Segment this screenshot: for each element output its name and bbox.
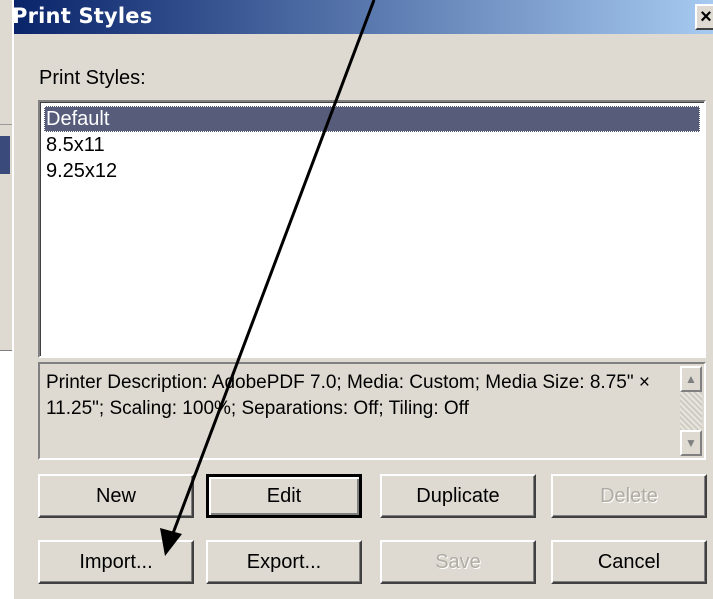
- close-icon: ×: [700, 6, 712, 28]
- title-bar[interactable]: Print Styles ×: [12, 0, 713, 34]
- print-styles-dialog: Print Styles × Print Styles: Default 8.5…: [12, 0, 713, 599]
- list-item-9-25x12[interactable]: 9.25x12: [44, 158, 700, 184]
- scroll-down-button[interactable]: ▼: [680, 430, 702, 456]
- list-item-default[interactable]: Default: [44, 106, 700, 132]
- list-item-8-5x11[interactable]: 8.5x11: [44, 132, 700, 158]
- export-button[interactable]: Export...: [206, 540, 362, 584]
- edit-button[interactable]: Edit: [206, 474, 362, 518]
- cancel-button[interactable]: Cancel: [551, 540, 707, 584]
- new-button[interactable]: New: [38, 474, 194, 518]
- import-button[interactable]: Import...: [38, 540, 194, 584]
- scroll-track[interactable]: [680, 392, 702, 430]
- scroll-down-icon: ▼: [685, 436, 697, 450]
- scroll-up-icon: ▲: [685, 372, 697, 386]
- duplicate-button[interactable]: Duplicate: [380, 474, 536, 518]
- scroll-up-button[interactable]: ▲: [680, 366, 702, 392]
- description-scrollbar[interactable]: ▲ ▼: [680, 366, 702, 456]
- close-button[interactable]: ×: [695, 4, 713, 30]
- style-description-text: Printer Description: AdobePDF 7.0; Media…: [46, 372, 650, 419]
- background-selection: [0, 136, 10, 174]
- print-styles-label: Print Styles:: [39, 67, 146, 89]
- dialog-title: Print Styles: [12, 4, 153, 28]
- print-styles-list[interactable]: Default 8.5x11 9.25x12: [38, 100, 706, 358]
- style-description-box: Printer Description: AdobePDF 7.0; Media…: [38, 362, 706, 460]
- delete-button[interactable]: Delete: [551, 474, 707, 518]
- background-divider: [0, 124, 12, 125]
- background-window: [0, 0, 13, 599]
- save-button[interactable]: Save: [380, 540, 536, 584]
